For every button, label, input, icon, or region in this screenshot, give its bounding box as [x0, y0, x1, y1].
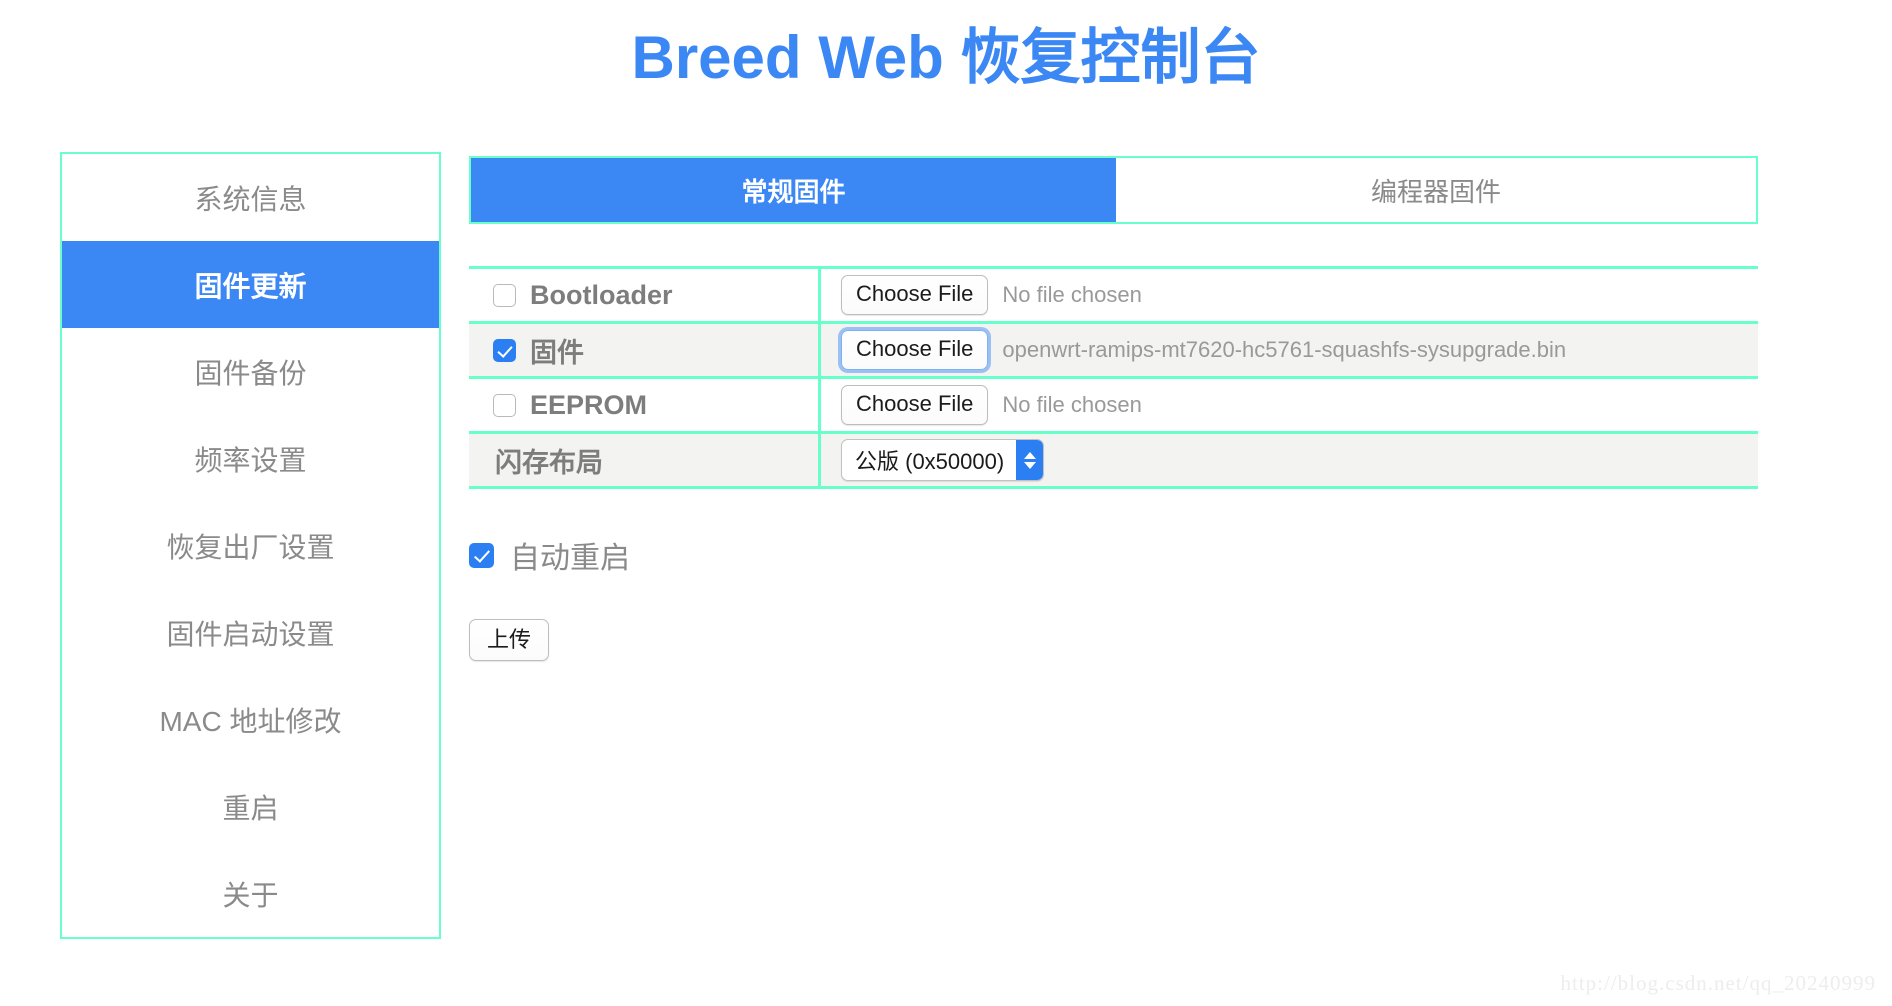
- flash-layout-selected-value: 公版 (0x50000): [855, 449, 1005, 474]
- row-label: 固件: [530, 337, 584, 368]
- row-value-cell-eeprom: Choose File No file chosen: [819, 376, 1758, 434]
- sidebar-item-label: 固件更新: [194, 270, 307, 302]
- sidebar-item-factory-reset[interactable]: 恢复出厂设置: [62, 502, 439, 589]
- sidebar-item-firmware-boot-settings[interactable]: 固件启动设置: [62, 589, 439, 676]
- firmware-file-name: openwrt-ramips-mt7620-hc5761-squashfs-sy…: [1002, 337, 1567, 362]
- firmware-form-table: Bootloader Choose File No file chosen 固件: [469, 266, 1758, 489]
- row-label: Bootloader: [530, 279, 673, 310]
- sidebar-item-firmware-update[interactable]: 固件更新: [62, 241, 439, 328]
- row-label: EEPROM: [530, 389, 648, 420]
- sidebar-item-label: MAC 地址修改: [159, 705, 342, 737]
- sidebar-item-label: 频率设置: [194, 444, 307, 476]
- tab-label: 常规固件: [741, 176, 846, 207]
- tab-normal-firmware[interactable]: 常规固件: [471, 158, 1116, 222]
- row-value-cell-bootloader: Choose File No file chosen: [819, 266, 1758, 324]
- row-label-cell-bootloader: Bootloader: [469, 266, 821, 324]
- bootloader-file-name: No file chosen: [1002, 282, 1142, 307]
- watermark: http://blog.csdn.net/qq_20240999: [1560, 971, 1876, 995]
- auto-reboot-row: 自动重启: [469, 533, 1758, 577]
- sidebar-item-label: 系统信息: [194, 183, 307, 215]
- eeprom-file-name: No file chosen: [1002, 392, 1142, 417]
- sidebar-item-label: 重启: [222, 792, 279, 824]
- eeprom-choose-file-button[interactable]: Choose File: [841, 385, 989, 425]
- chevron-updown-icon: [1016, 440, 1044, 480]
- firmware-choose-file-button[interactable]: Choose File: [841, 330, 989, 370]
- eeprom-checkbox[interactable]: [493, 393, 516, 417]
- firmware-checkbox[interactable]: [493, 338, 516, 362]
- auto-reboot-label: 自动重启: [510, 542, 630, 575]
- tab-programmer-firmware[interactable]: 编程器固件: [1116, 158, 1756, 222]
- sidebar-item-label: 恢复出厂设置: [166, 531, 335, 563]
- bootloader-choose-file-button[interactable]: Choose File: [841, 275, 989, 315]
- page-title: Breed Web 恢复控制台: [631, 24, 1261, 91]
- bootloader-checkbox[interactable]: [493, 283, 516, 307]
- row-label-cell-flash-layout: 闪存布局: [469, 431, 821, 489]
- flash-layout-select[interactable]: 公版 (0x50000): [841, 439, 1045, 481]
- sidebar-item-mac-address[interactable]: MAC 地址修改: [62, 676, 439, 763]
- sidebar-item-label: 固件备份: [194, 357, 307, 389]
- sidebar-item-label: 关于: [222, 879, 279, 911]
- tab-label: 编程器固件: [1370, 176, 1501, 207]
- sidebar-item-reboot[interactable]: 重启: [62, 763, 439, 850]
- row-label: 闪存布局: [495, 447, 603, 478]
- table-row: Bootloader Choose File No file chosen: [469, 266, 1758, 324]
- row-label-cell-firmware: 固件: [469, 321, 821, 379]
- table-row: 固件 Choose File openwrt-ramips-mt7620-hc5…: [469, 321, 1758, 379]
- sidebar: 系统信息 固件更新 固件备份 频率设置 恢复出厂设置 固件启动设置 MAC 地址…: [60, 152, 441, 939]
- main-panel: 常规固件 编程器固件 Bootloader Choose File No fil…: [469, 156, 1758, 662]
- row-label-cell-eeprom: EEPROM: [469, 376, 821, 434]
- sidebar-item-firmware-backup[interactable]: 固件备份: [62, 328, 439, 415]
- table-row: 闪存布局 公版 (0x50000): [469, 431, 1758, 489]
- tab-bar: 常规固件 编程器固件: [469, 156, 1758, 224]
- row-value-cell-flash-layout: 公版 (0x50000): [819, 431, 1758, 489]
- sidebar-item-system-info[interactable]: 系统信息: [62, 154, 439, 241]
- table-row: EEPROM Choose File No file chosen: [469, 376, 1758, 434]
- auto-reboot-checkbox[interactable]: [469, 542, 494, 568]
- row-value-cell-firmware: Choose File openwrt-ramips-mt7620-hc5761…: [819, 321, 1758, 379]
- upload-button[interactable]: 上传: [469, 619, 550, 662]
- sidebar-item-label: 固件启动设置: [166, 618, 335, 650]
- sidebar-item-frequency-settings[interactable]: 频率设置: [62, 415, 439, 502]
- sidebar-item-about[interactable]: 关于: [62, 850, 439, 937]
